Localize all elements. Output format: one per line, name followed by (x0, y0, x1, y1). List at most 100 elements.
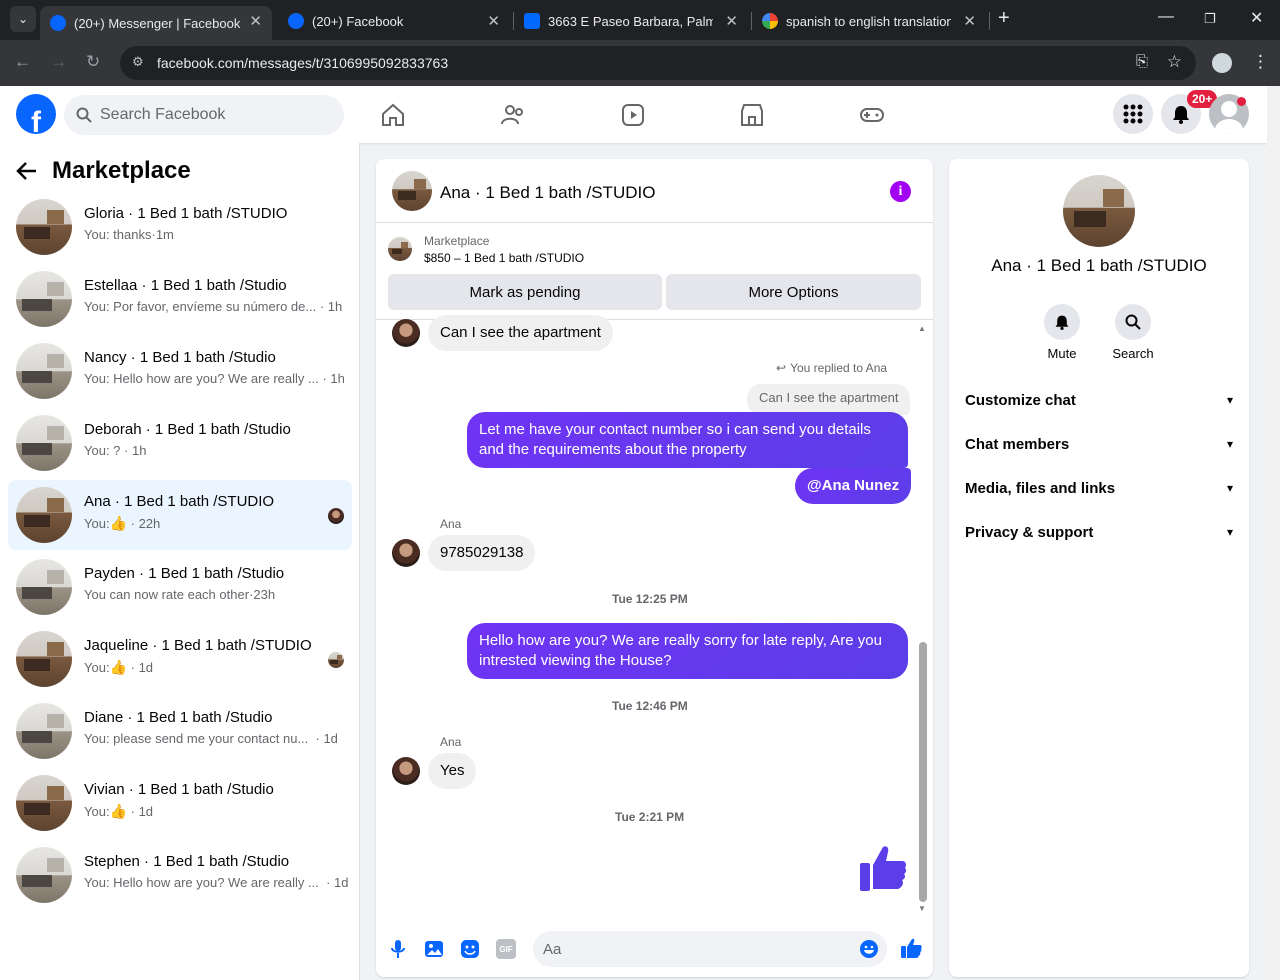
conversation-info-panel: Ana · 1 Bed 1 bath /STUDIO Mute Search C… (949, 159, 1249, 977)
message-thread: Can I see the apartment ↩ You replied to… (376, 315, 933, 911)
new-tab-icon[interactable]: + (998, 7, 1010, 30)
listing-thumbnail (16, 343, 72, 399)
listing-price[interactable]: $850 – 1 Bed 1 bath /STUDIO (424, 251, 584, 265)
chat-title[interactable]: Ana · 1 Bed 1 bath /STUDIO (440, 183, 655, 203)
back-arrow-icon[interactable] (16, 161, 38, 181)
forward-icon[interactable]: → (50, 52, 67, 72)
browser-toolbar: ← → ↻ ⚙ facebook.com/messages/t/31069950… (0, 40, 1280, 86)
sender-avatar (392, 757, 420, 785)
sender-avatar (392, 319, 420, 347)
section-chat-members[interactable]: Chat members ▾ (965, 424, 1233, 464)
sent-thumbs-up-icon[interactable] (858, 843, 908, 893)
search-in-conversation-button[interactable]: Search (1103, 304, 1163, 361)
listing-thumbnail[interactable] (388, 237, 412, 261)
quoted-message[interactable]: Can I see the apartment (747, 384, 911, 415)
sender-avatar (392, 539, 420, 567)
close-tab-icon[interactable]: ✕ (487, 12, 500, 30)
restore-icon[interactable]: ❐ (1204, 11, 1216, 27)
message-bubble[interactable]: 9785029138 (428, 535, 536, 571)
close-tab-icon[interactable]: ✕ (963, 12, 976, 30)
emoji-icon[interactable] (859, 939, 879, 959)
conversation-item[interactable]: Diane · 1 Bed 1 bath /Studio You: please… (8, 696, 352, 766)
mark-pending-button[interactable]: Mark as pending (388, 274, 662, 310)
bell-icon (1055, 315, 1069, 330)
chevron-down-icon: ▾ (1226, 393, 1233, 407)
tab-messenger[interactable]: (20+) Messenger | Facebook ✕ (40, 6, 272, 40)
more-options-button[interactable]: More Options (666, 274, 921, 310)
scroll-thumb[interactable] (919, 642, 927, 902)
reload-icon[interactable]: ↻ (86, 52, 100, 72)
conversation-item[interactable]: Gloria · 1 Bed 1 bath /STUDIO You: thank… (8, 192, 352, 262)
search-input[interactable]: Search Facebook (64, 95, 344, 135)
address-bar[interactable]: ⚙ facebook.com/messages/t/31069950928337… (120, 46, 1196, 80)
conversation-item[interactable]: Vivian · 1 Bed 1 bath /Studio You: 👍 · 1… (8, 768, 352, 838)
marketplace-header: Marketplace (16, 157, 191, 185)
timestamp: Tue 12:46 PM (612, 699, 688, 713)
chat-scrollbar[interactable]: ▲ ▼ (915, 324, 931, 914)
scroll-down-icon[interactable]: ▼ (918, 904, 926, 913)
message-bubble[interactable]: Can I see the apartment (428, 315, 613, 351)
gaming-icon[interactable] (859, 102, 885, 128)
mention-bubble[interactable]: @Ana Nunez (795, 468, 912, 504)
browser-menu-icon[interactable]: ⋮ (1252, 52, 1269, 72)
message-bubble[interactable]: Let me have your contact number so i can… (467, 412, 908, 468)
conversation-item[interactable]: Estellaa · 1 Bed 1 bath /Studio You: Por… (8, 264, 352, 334)
facebook-logo[interactable]: f (16, 94, 56, 134)
section-privacy-support[interactable]: Privacy & support ▾ (965, 512, 1233, 552)
listing-thumbnail (16, 487, 72, 543)
facebook-header: f Search Facebook 20+ (0, 86, 1267, 143)
facebook-favicon-icon (50, 15, 66, 31)
page-scrollbar[interactable] (1267, 86, 1280, 980)
conversation-item[interactable]: Stephen · 1 Bed 1 bath /Studio You: Hell… (8, 840, 352, 910)
minimize-icon[interactable]: — (1158, 8, 1174, 26)
back-icon[interactable]: ← (14, 52, 31, 72)
friends-icon[interactable] (500, 102, 526, 128)
marketplace-conversation-list: Marketplace Gloria · 1 Bed 1 bath /STUDI… (0, 143, 360, 980)
site-settings-icon[interactable]: ⚙ (132, 54, 144, 70)
conversation-item[interactable]: Deborah · 1 Bed 1 bath /Studio You: ? · … (8, 408, 352, 478)
tab-facebook[interactable]: (20+) Facebook ✕ (278, 6, 510, 36)
photo-icon[interactable] (424, 939, 444, 959)
thumbs-up-icon: 👍 (109, 803, 127, 819)
marketplace-icon[interactable] (739, 102, 765, 128)
install-app-icon[interactable]: ⎘ (1136, 53, 1148, 70)
chevron-down-icon: ▾ (1226, 437, 1233, 451)
chat-avatar[interactable] (392, 171, 432, 211)
tab-zillow[interactable]: 3663 E Paseo Barbara, Palm Spr ✕ (516, 6, 748, 36)
video-icon[interactable] (620, 102, 646, 128)
like-send-icon[interactable] (900, 937, 922, 959)
conversation-avatar[interactable] (1063, 175, 1135, 247)
message-bubble[interactable]: Hello how are you? We are really sorry f… (467, 623, 908, 679)
microphone-icon[interactable] (388, 939, 408, 959)
sticker-icon[interactable] (460, 939, 480, 959)
listing-thumbnail (16, 415, 72, 471)
section-customize-chat[interactable]: Customize chat ▾ (965, 380, 1233, 420)
mute-button[interactable]: Mute (1032, 304, 1092, 361)
conversation-item[interactable]: Payden · 1 Bed 1 bath /Studio You can no… (8, 552, 352, 622)
bookmark-star-icon[interactable]: ☆ (1167, 52, 1182, 72)
conversation-item[interactable]: Jaqueline · 1 Bed 1 bath /STUDIO You: 👍 … (8, 624, 352, 694)
page-title: Marketplace (52, 157, 191, 184)
home-icon[interactable] (380, 102, 406, 128)
listing-thumbnail (16, 199, 72, 255)
window-close-icon[interactable]: ✕ (1250, 8, 1263, 28)
close-tab-icon[interactable]: ✕ (725, 12, 738, 30)
close-tab-icon[interactable]: ✕ (249, 12, 262, 30)
gif-icon[interactable]: GIF (496, 939, 516, 959)
seen-avatar (328, 652, 344, 668)
message-bubble[interactable]: Yes (428, 753, 477, 789)
scroll-up-icon[interactable]: ▲ (918, 324, 926, 333)
conversation-item-selected[interactable]: Ana · 1 Bed 1 bath /STUDIO You: 👍 · 22h (8, 480, 352, 550)
message-input[interactable]: Aa (533, 931, 887, 967)
tab-search-button[interactable]: ⌄ (10, 6, 36, 32)
menu-button[interactable] (1113, 94, 1153, 134)
search-icon (1125, 314, 1141, 330)
conversation-item[interactable]: Nancy · 1 Bed 1 bath /Studio You: Hello … (8, 336, 352, 406)
section-media-files-links[interactable]: Media, files and links ▾ (965, 468, 1233, 508)
timestamp: Tue 12:25 PM (612, 592, 688, 606)
chevron-down-icon: ▾ (1226, 481, 1233, 495)
tab-google[interactable]: spanish to english translation - ✕ (754, 6, 986, 36)
profile-avatar[interactable] (1212, 53, 1232, 73)
reply-icon: ↩ (776, 361, 787, 375)
info-icon[interactable]: i (890, 181, 911, 202)
